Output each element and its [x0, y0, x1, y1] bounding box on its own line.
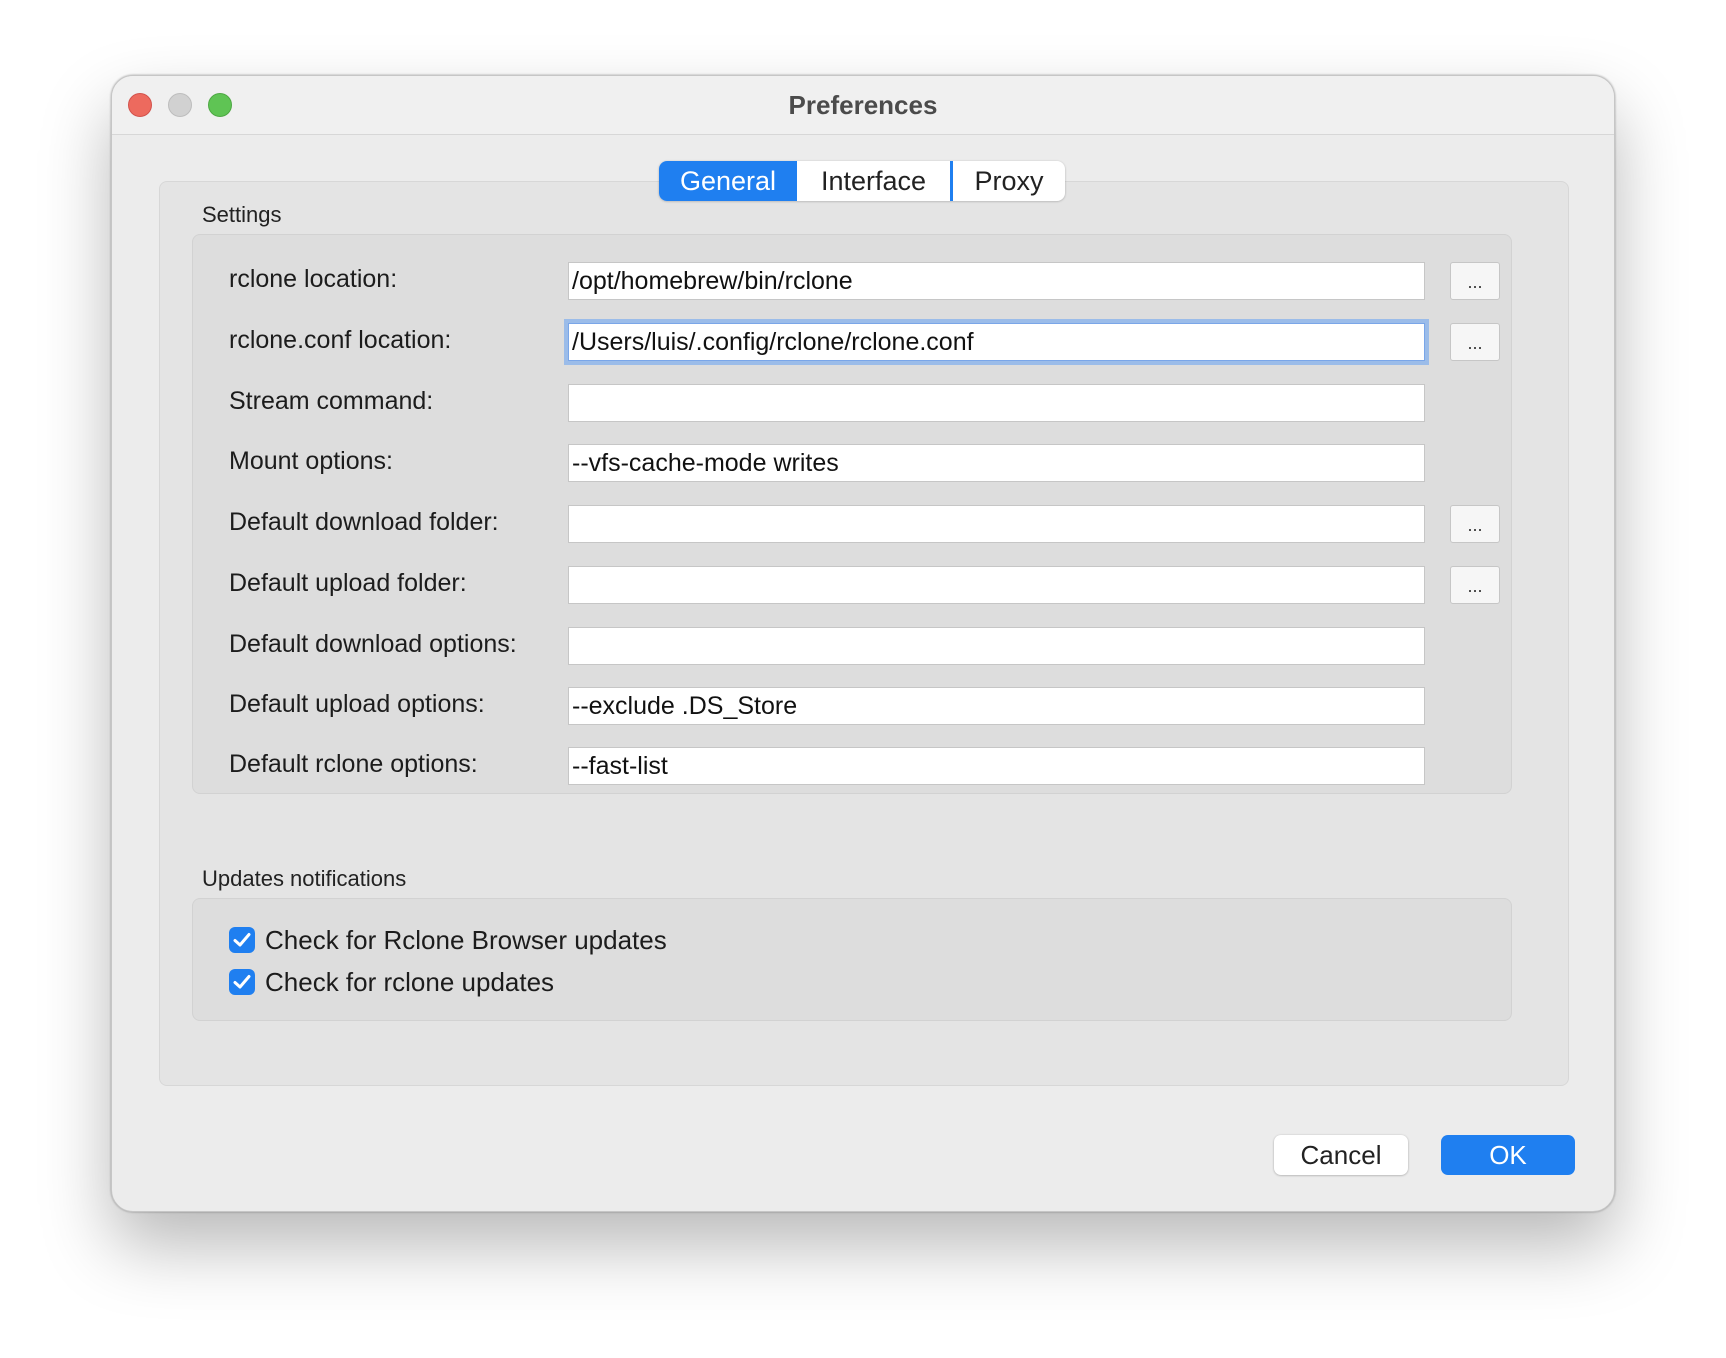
default-upload-options-input[interactable]	[568, 687, 1425, 725]
checkmark-icon	[233, 975, 251, 989]
rclone-location-browse-button[interactable]: ...	[1450, 262, 1500, 300]
default-upload-folder-label: Default upload folder:	[229, 569, 467, 597]
rclone-location-input[interactable]	[568, 262, 1425, 300]
check-rclone-browser-updates-label: Check for Rclone Browser updates	[265, 924, 667, 955]
updates-group-box	[192, 898, 1512, 1021]
cancel-button[interactable]: Cancel	[1274, 1135, 1408, 1175]
window-title: Preferences	[788, 90, 938, 120]
default-rclone-options-input[interactable]	[568, 747, 1425, 785]
check-rclone-updates-label: Check for rclone updates	[265, 966, 555, 997]
check-rclone-browser-updates-checkbox[interactable]	[229, 927, 255, 953]
default-download-options-input[interactable]	[568, 627, 1425, 665]
default-rclone-options-label: Default rclone options:	[229, 750, 478, 778]
check-rclone-updates-checkbox[interactable]	[229, 969, 255, 995]
stream-command-input[interactable]	[568, 384, 1425, 422]
default-upload-folder-browse-button[interactable]: ...	[1450, 566, 1500, 604]
checkmark-icon	[233, 933, 251, 947]
default-upload-folder-input[interactable]	[568, 566, 1425, 604]
default-download-folder-browse-button[interactable]: ...	[1450, 505, 1500, 543]
ok-button[interactable]: OK	[1441, 1135, 1575, 1175]
default-upload-options-label: Default upload options:	[229, 690, 485, 718]
default-download-folder-label: Default download folder:	[229, 508, 499, 536]
tab-proxy[interactable]: Proxy	[953, 161, 1065, 201]
preferences-window: Preferences General Interface Proxy Sett…	[111, 75, 1615, 1212]
default-download-folder-input[interactable]	[568, 505, 1425, 543]
tab-interface[interactable]: Interface	[797, 161, 953, 201]
rclone-conf-location-label: rclone.conf location:	[229, 326, 452, 354]
rclone-location-label: rclone location:	[229, 265, 398, 293]
mount-options-label: Mount options:	[229, 447, 393, 475]
default-download-options-label: Default download options:	[229, 630, 517, 658]
rclone-conf-location-browse-button[interactable]: ...	[1450, 323, 1500, 361]
stream-command-label: Stream command:	[229, 387, 434, 415]
tab-general[interactable]: General	[659, 161, 797, 201]
settings-group-label: Settings	[202, 202, 282, 227]
updates-group-label: Updates notifications	[202, 866, 407, 891]
title-bar: Preferences	[112, 76, 1614, 135]
tab-bar: General Interface Proxy	[659, 161, 1065, 201]
check-rclone-browser-updates-row[interactable]: Check for Rclone Browser updates	[229, 924, 667, 955]
rclone-conf-location-input[interactable]	[568, 323, 1425, 361]
mount-options-input[interactable]	[568, 444, 1425, 482]
check-rclone-updates-row[interactable]: Check for rclone updates	[229, 966, 555, 997]
